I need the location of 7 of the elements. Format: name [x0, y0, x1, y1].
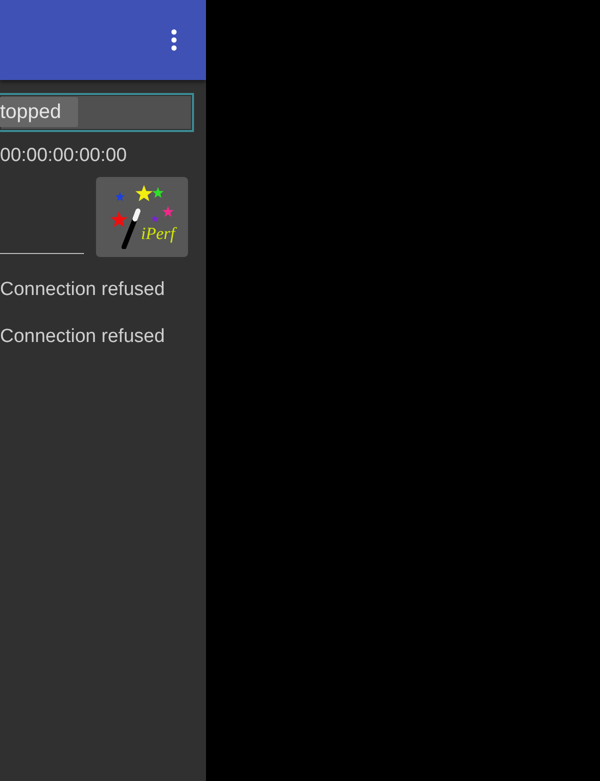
toggle-button[interactable]: topped [0, 97, 78, 127]
overflow-menu-icon[interactable] [171, 29, 177, 51]
log-message: Connection refused [0, 278, 166, 302]
address-text: 00:00:00:00:00 [0, 144, 128, 168]
log-message: Connection refused [0, 325, 166, 349]
iperf-logo-button[interactable]: iPerf [96, 177, 188, 257]
magic-wand-stars-icon [110, 183, 176, 249]
